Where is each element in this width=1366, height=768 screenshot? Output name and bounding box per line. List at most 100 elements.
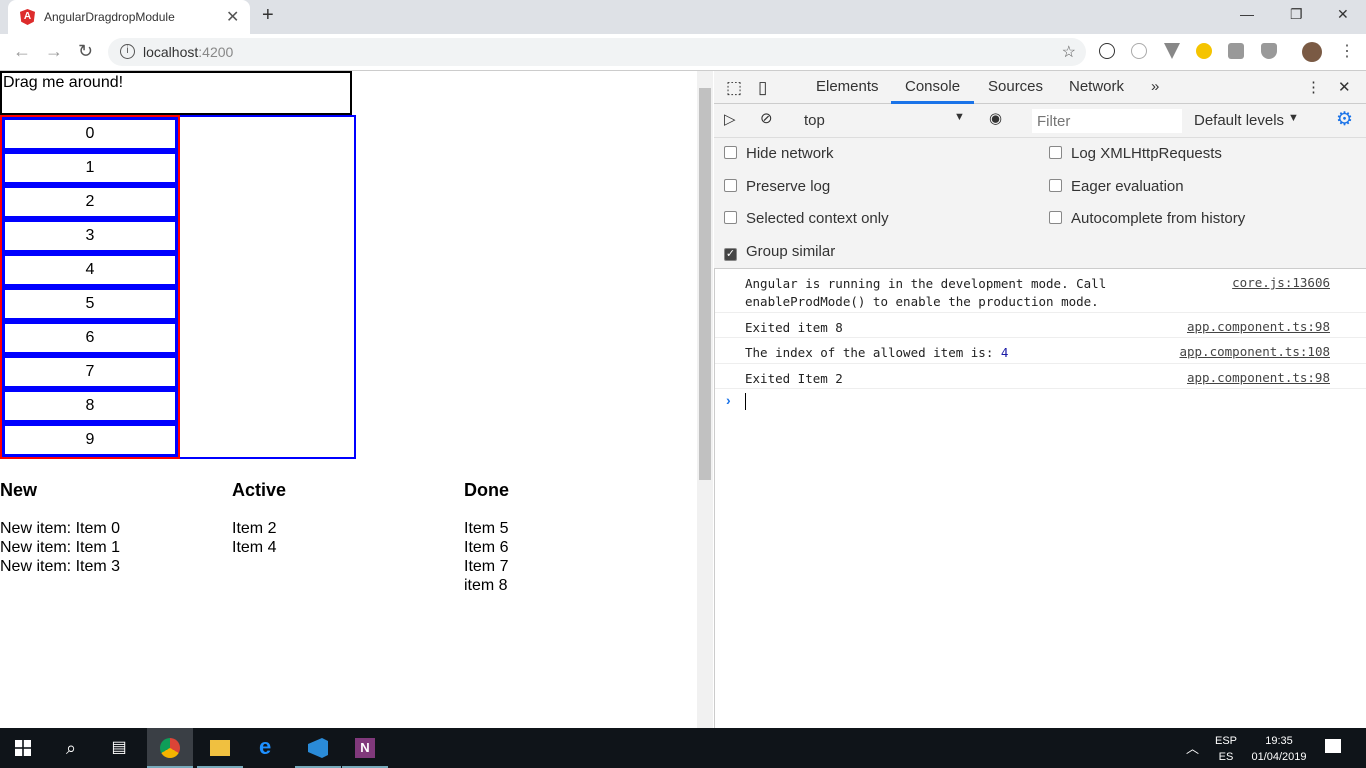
checkbox-icon[interactable] [1049, 178, 1062, 192]
extension-icon[interactable] [1131, 43, 1147, 59]
explorer-taskbar-button[interactable] [197, 728, 243, 768]
list-item[interactable]: New item: Item 1 [0, 538, 120, 557]
angular-extension-icon[interactable] [1228, 43, 1244, 59]
checkbox-icon[interactable] [724, 146, 737, 159]
folder-icon [210, 740, 230, 756]
setting-label: Selected context only [746, 210, 889, 227]
address-bar[interactable]: i localhost:4200 ☆ [108, 38, 1086, 66]
search-icon[interactable]: ⌕ [48, 728, 94, 768]
chrome-taskbar-button[interactable] [147, 728, 193, 768]
setting-checkbox[interactable]: Preserve log [724, 178, 830, 195]
onenote-icon: N [355, 738, 375, 758]
scrollbar-thumb[interactable] [699, 88, 711, 480]
more-tabs-icon[interactable]: » [1151, 78, 1159, 95]
drag-item[interactable]: 4 [2, 253, 178, 287]
minimize-button[interactable]: — [1240, 6, 1254, 22]
show-hidden-icons[interactable]: ︿ [1186, 738, 1199, 757]
setting-checkbox[interactable]: Autocomplete from history [1049, 210, 1245, 227]
close-window-button[interactable]: ✕ [1337, 6, 1349, 23]
drag-item[interactable]: 7 [2, 355, 178, 389]
clock[interactable]: 19:35 01/04/2019 [1248, 733, 1310, 765]
list-item[interactable]: Item 7 [464, 557, 508, 576]
setting-label: Hide network [746, 145, 834, 162]
new-tab-button[interactable]: + [262, 4, 274, 27]
context-select[interactable]: top [804, 112, 825, 129]
windows-icon [15, 740, 31, 756]
source-link[interactable]: app.component.ts:108 [1179, 344, 1330, 359]
setting-checkbox[interactable]: Log XMLHttpRequests [1049, 145, 1222, 162]
setting-checkbox[interactable]: Eager evaluation [1049, 178, 1184, 195]
console-message: Exited Item 2 app.component.ts:98 [715, 364, 1366, 389]
setting-checkbox[interactable]: ✓ Group similar [724, 243, 835, 261]
drag-item[interactable]: 2 [2, 185, 178, 219]
eye-icon[interactable]: ◉ [989, 109, 1002, 127]
close-devtools-icon[interactable]: ✕ [1338, 78, 1351, 96]
checkbox-checked-icon[interactable]: ✓ [724, 247, 737, 261]
draggable-box[interactable]: Drag me around! [0, 71, 352, 115]
console-message: Exited item 8 app.component.ts:98 [715, 313, 1366, 338]
notification-icon[interactable] [1325, 739, 1341, 753]
console-toolbar: ▷ ⊘ top ▼ ◉ Default levels ▼ ⚙ [714, 104, 1366, 138]
checkbox-icon[interactable] [724, 211, 737, 224]
setting-checkbox[interactable]: Hide network [724, 145, 834, 162]
start-button[interactable] [0, 728, 46, 768]
task-view-icon[interactable]: ▤ [96, 728, 142, 768]
inspect-icon[interactable]: ⬚ [726, 78, 742, 98]
menu-icon[interactable]: ⋮ [1339, 41, 1355, 61]
clear-console-icon[interactable]: ⊘ [760, 109, 773, 127]
source-link[interactable]: app.component.ts:98 [1187, 370, 1330, 385]
column-list: New item: Item 0 New item: Item 1 New item… [0, 519, 120, 576]
checkbox-icon[interactable] [1049, 146, 1062, 159]
edge-taskbar-button[interactable]: e [246, 728, 292, 768]
restore-button[interactable]: ❐ [1290, 6, 1303, 23]
back-button[interactable]: ← [13, 41, 31, 62]
devtools-menu-icon[interactable]: ⋮ [1306, 78, 1321, 96]
list-item[interactable]: New item: Item 3 [0, 557, 120, 576]
setting-checkbox[interactable]: Selected context only [724, 210, 889, 227]
checkbox-icon[interactable] [1049, 211, 1062, 224]
column-list: Item 5 Item 6 Item 7 item 8 [464, 519, 508, 595]
list-item[interactable]: Item 2 [232, 519, 276, 538]
checkbox-icon[interactable] [724, 178, 737, 192]
drag-item[interactable]: 1 [2, 151, 178, 185]
list-item[interactable]: Item 4 [232, 538, 276, 557]
drag-item[interactable]: 0 [2, 117, 178, 151]
list-item[interactable]: Item 5 [464, 519, 508, 538]
onenote-taskbar-button[interactable]: N [342, 728, 388, 768]
drag-item[interactable]: 3 [2, 219, 178, 253]
filter-input[interactable] [1032, 109, 1182, 133]
tab-console[interactable]: Console [905, 78, 960, 95]
forward-button[interactable]: → [45, 41, 63, 62]
tab-sources[interactable]: Sources [988, 78, 1043, 95]
list-item[interactable]: New item: Item 0 [0, 519, 120, 538]
dark-mode-icon[interactable] [1196, 43, 1212, 59]
gear-icon[interactable]: ⚙ [1336, 108, 1353, 131]
bookmark-star-icon[interactable]: ☆ [1062, 42, 1076, 62]
console-input[interactable] [745, 393, 746, 410]
avatar[interactable] [1302, 42, 1322, 62]
tab-elements[interactable]: Elements [816, 78, 879, 95]
close-tab-icon[interactable]: ✕ [226, 7, 239, 27]
source-link[interactable]: app.component.ts:98 [1187, 319, 1330, 334]
tab-network[interactable]: Network [1069, 78, 1124, 95]
info-icon[interactable]: i [120, 44, 135, 59]
vscode-taskbar-button[interactable] [295, 728, 341, 768]
source-link[interactable]: core.js:13606 [1232, 275, 1330, 290]
levels-dropdown[interactable]: Default levels [1194, 112, 1284, 129]
drag-item[interactable]: 8 [2, 389, 178, 423]
message-text: Exited Item 2 [745, 371, 843, 386]
extension-icon[interactable] [1099, 43, 1115, 59]
list-item[interactable]: item 8 [464, 576, 508, 595]
edge-icon: e [259, 734, 272, 759]
language-indicator[interactable]: ESP ES [1215, 733, 1237, 765]
drag-item[interactable]: 9 [2, 423, 178, 457]
drag-item[interactable]: 6 [2, 321, 178, 355]
drag-item[interactable]: 5 [2, 287, 178, 321]
column-title-active: Active [232, 480, 287, 500]
browser-tab[interactable]: A AngularDragdropModule ✕ [8, 0, 250, 34]
list-item[interactable]: Item 6 [464, 538, 508, 557]
reload-button[interactable]: ↻ [78, 41, 93, 62]
device-toolbar-icon[interactable]: ▯ [758, 78, 767, 98]
sidebar-toggle-icon[interactable]: ▷ [724, 110, 736, 128]
shield-icon[interactable] [1261, 43, 1277, 59]
